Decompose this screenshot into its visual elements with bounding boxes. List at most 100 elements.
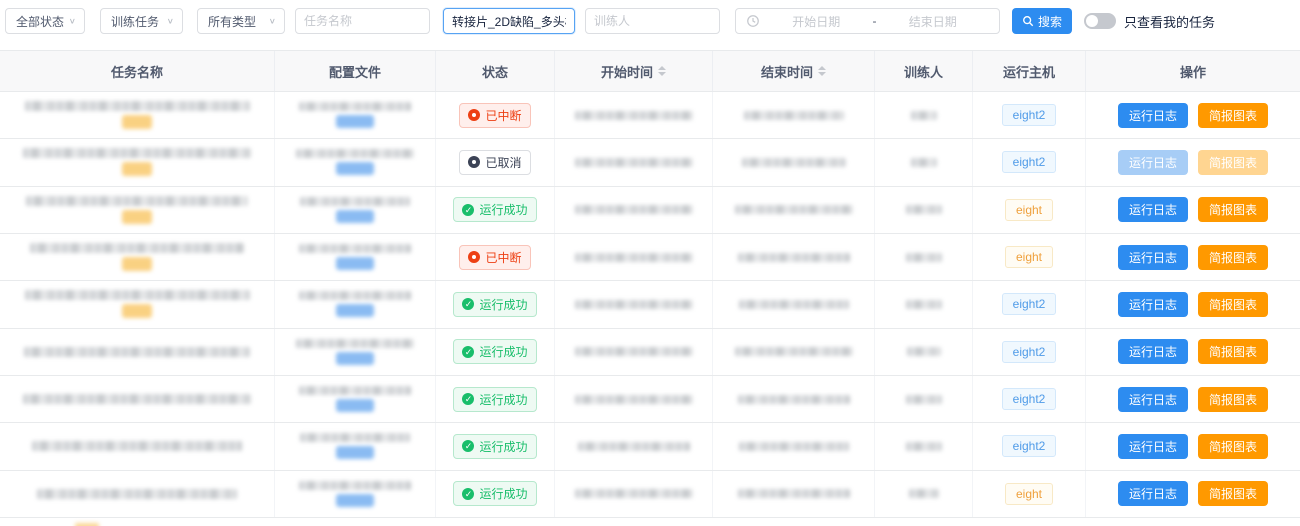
cell-start-time	[555, 187, 713, 233]
cell-status: 已中断	[436, 234, 555, 280]
config-file-blurred	[299, 386, 411, 395]
host-tag: eight	[1005, 246, 1053, 268]
cell-end-time	[713, 92, 875, 138]
end-time-blurred	[742, 158, 846, 167]
run-log-button[interactable]: 运行日志	[1118, 339, 1188, 364]
cell-start-time	[555, 471, 713, 517]
cell-start-time	[555, 329, 713, 375]
cell-trainer	[875, 187, 973, 233]
run-log-button[interactable]: 运行日志	[1118, 434, 1188, 459]
task-name-blurred	[26, 196, 248, 206]
toggle-knob	[1086, 15, 1098, 27]
model-search-input[interactable]	[443, 8, 575, 34]
task-type-filter-select[interactable]: 训练任务 ∨	[100, 8, 183, 34]
config-link-blurred[interactable]	[336, 399, 374, 412]
config-link-blurred[interactable]	[336, 257, 374, 270]
cell-task-name	[0, 376, 275, 422]
cell-config-file	[275, 234, 436, 280]
config-link-blurred[interactable]	[336, 210, 374, 223]
canceled-status-icon	[468, 156, 480, 168]
cell-task-name	[0, 281, 275, 327]
host-tag: eight2	[1002, 435, 1057, 457]
report-chart-button[interactable]: 简报图表	[1198, 197, 1268, 222]
trainer-input[interactable]	[585, 8, 720, 34]
task-name-blurred	[25, 290, 250, 300]
host-tag: eight2	[1002, 151, 1057, 173]
task-name-input[interactable]	[295, 8, 430, 34]
start-time-blurred	[575, 300, 693, 309]
end-time-blurred	[739, 442, 849, 451]
run-log-button[interactable]: 运行日志	[1118, 481, 1188, 506]
report-chart-button[interactable]: 简报图表	[1198, 245, 1268, 270]
filter-bar: 全部状态 ∨ 训练任务 ∨ 所有类型 ∨ 开始日期 - 结束日期 搜索 只查看我…	[0, 0, 1300, 42]
chevron-down-icon: ∨	[167, 17, 174, 26]
status-badge: ✓运行成功	[453, 434, 536, 459]
cell-end-time	[713, 234, 875, 280]
cell-config-file	[275, 471, 436, 517]
search-button[interactable]: 搜索	[1012, 8, 1072, 34]
report-chart-button[interactable]: 简报图表	[1198, 339, 1268, 364]
chevron-down-icon: ∨	[69, 17, 76, 26]
report-chart-button[interactable]: 简报图表	[1198, 150, 1268, 175]
run-log-button[interactable]: 运行日志	[1118, 387, 1188, 412]
cell-status: ✓运行成功	[436, 376, 555, 422]
sort-end-time[interactable]	[818, 66, 826, 76]
run-log-button[interactable]: 运行日志	[1118, 292, 1188, 317]
status-badge: ✓运行成功	[453, 481, 536, 506]
sort-start-time[interactable]	[658, 66, 666, 76]
status-label: 运行成功	[479, 343, 527, 360]
interrupted-status-icon	[468, 109, 480, 121]
cell-host: eight	[973, 234, 1086, 280]
table-row: 已中断 eight2 运行日志简报图表	[0, 92, 1300, 139]
category-filter-select[interactable]: 所有类型 ∨	[197, 8, 285, 34]
status-badge: 已中断	[459, 245, 530, 270]
cell-task-name	[0, 234, 275, 280]
task-name-blurred	[30, 243, 244, 253]
status-filter-value: 全部状态	[16, 13, 64, 30]
run-log-button[interactable]: 运行日志	[1118, 150, 1188, 175]
my-tasks-toggle-label: 只查看我的任务	[1124, 12, 1215, 31]
interrupted-status-icon	[468, 251, 480, 263]
config-link-blurred[interactable]	[336, 162, 374, 175]
trainer-blurred	[906, 395, 942, 404]
start-time-blurred	[575, 158, 693, 167]
status-badge: ✓运行成功	[453, 387, 536, 412]
config-link-blurred[interactable]	[336, 352, 374, 365]
col-header-start-time: 开始时间	[555, 51, 713, 91]
config-link-blurred[interactable]	[336, 304, 374, 317]
date-range-picker[interactable]: 开始日期 - 结束日期	[735, 8, 1000, 34]
search-button-label: 搜索	[1038, 13, 1062, 30]
run-log-button[interactable]: 运行日志	[1118, 103, 1188, 128]
col-header-trainer: 训练人	[875, 51, 973, 91]
report-chart-button[interactable]: 简报图表	[1198, 103, 1268, 128]
status-filter-select[interactable]: 全部状态 ∨	[5, 8, 85, 34]
config-link-blurred[interactable]	[336, 115, 374, 128]
start-time-blurred	[575, 395, 693, 404]
report-chart-button[interactable]: 简报图表	[1198, 481, 1268, 506]
run-log-button[interactable]: 运行日志	[1118, 245, 1188, 270]
config-file-blurred	[299, 102, 411, 111]
cell-host: eight	[973, 187, 1086, 233]
end-time-blurred	[738, 489, 850, 498]
cell-status: ✓运行成功	[436, 471, 555, 517]
cell-status: ✓运行成功	[436, 187, 555, 233]
cell-start-time	[555, 92, 713, 138]
config-link-blurred[interactable]	[336, 494, 374, 507]
task-name-blurred	[32, 441, 242, 451]
task-tag-blurred	[122, 210, 152, 224]
my-tasks-toggle[interactable]	[1084, 13, 1116, 29]
report-chart-button[interactable]: 简报图表	[1198, 387, 1268, 412]
cell-config-file	[275, 92, 436, 138]
trainer-blurred	[911, 158, 937, 167]
run-log-button[interactable]: 运行日志	[1118, 197, 1188, 222]
report-chart-button[interactable]: 简报图表	[1198, 292, 1268, 317]
config-link-blurred[interactable]	[336, 446, 374, 459]
table-body: 已中断eight2运行日志简报图表已取消eight2运行日志简报图表✓运行成功e…	[0, 92, 1300, 518]
trainer-blurred	[909, 489, 939, 498]
host-tag: eight2	[1002, 388, 1057, 410]
status-label: 运行成功	[479, 391, 527, 408]
status-badge: 已中断	[459, 103, 530, 128]
cell-end-time	[713, 139, 875, 185]
host-tag: eight2	[1002, 104, 1057, 126]
report-chart-button[interactable]: 简报图表	[1198, 434, 1268, 459]
